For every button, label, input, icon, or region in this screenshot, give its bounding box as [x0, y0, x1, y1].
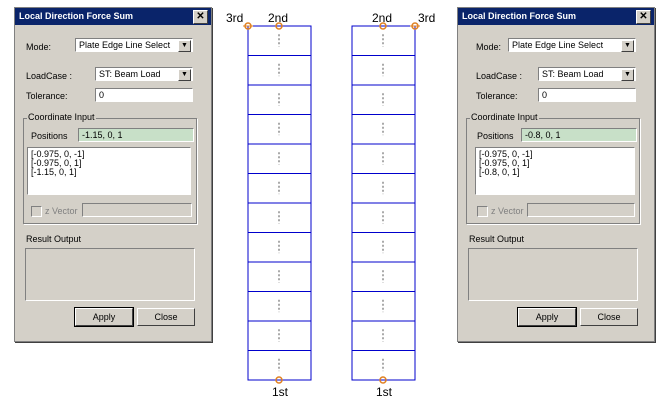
- right-plate-mesh: [351, 22, 420, 384]
- right-plate-grid: [351, 22, 420, 384]
